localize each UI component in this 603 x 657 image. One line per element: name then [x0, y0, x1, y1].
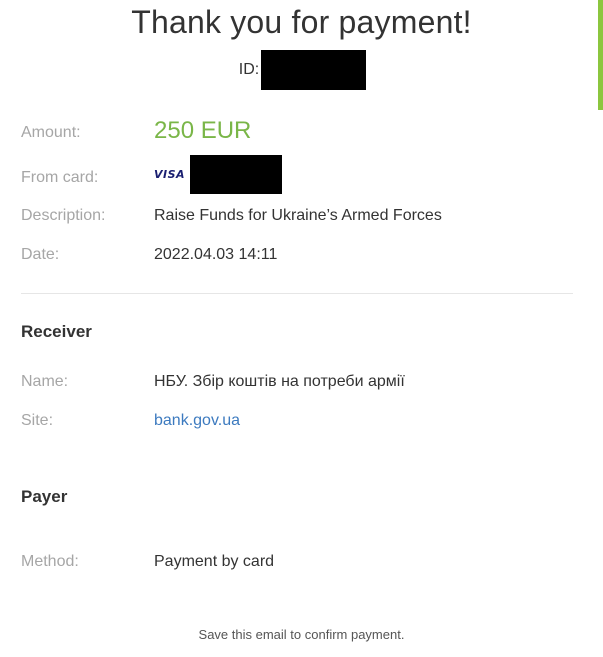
- card-number-redaction: [190, 155, 282, 194]
- date-label: Date:: [21, 246, 60, 263]
- receiver-site-label: Site:: [21, 412, 54, 429]
- payment-receipt: Thank you for payment! ID: Amount: 250 E…: [0, 0, 603, 657]
- transaction-id-redaction: [261, 50, 367, 90]
- receiver-name-label: Name:: [21, 373, 69, 390]
- receiver-site-link[interactable]: bank.gov.ua: [154, 412, 240, 430]
- amount-label: Amount:: [21, 124, 81, 141]
- payment-method-label: Method:: [21, 553, 79, 570]
- date-value: 2022.04.03 14:11: [154, 246, 278, 263]
- transaction-id-row: ID:: [0, 50, 603, 90]
- payer-section-title: Payer: [21, 487, 68, 506]
- description-value: Raise Funds for Ukraine’s Armed Forces: [154, 207, 442, 224]
- page-title: Thank you for payment!: [131, 4, 472, 40]
- transaction-id-label: ID:: [238, 61, 260, 78]
- receiver-section-title: Receiver: [21, 322, 92, 341]
- receiver-name-value: НБУ. Збір коштів на потреби армії: [154, 373, 405, 390]
- card-info: VISA: [154, 155, 282, 194]
- section-divider: [21, 293, 573, 294]
- payment-method-value: Payment by card: [154, 553, 275, 570]
- amount-value: 250 EUR: [154, 117, 252, 144]
- description-label: Description:: [21, 207, 106, 224]
- footer-note: Save this email to confirm payment.: [198, 627, 405, 642]
- card-label: From card:: [21, 169, 99, 186]
- visa-icon: VISA: [154, 168, 186, 181]
